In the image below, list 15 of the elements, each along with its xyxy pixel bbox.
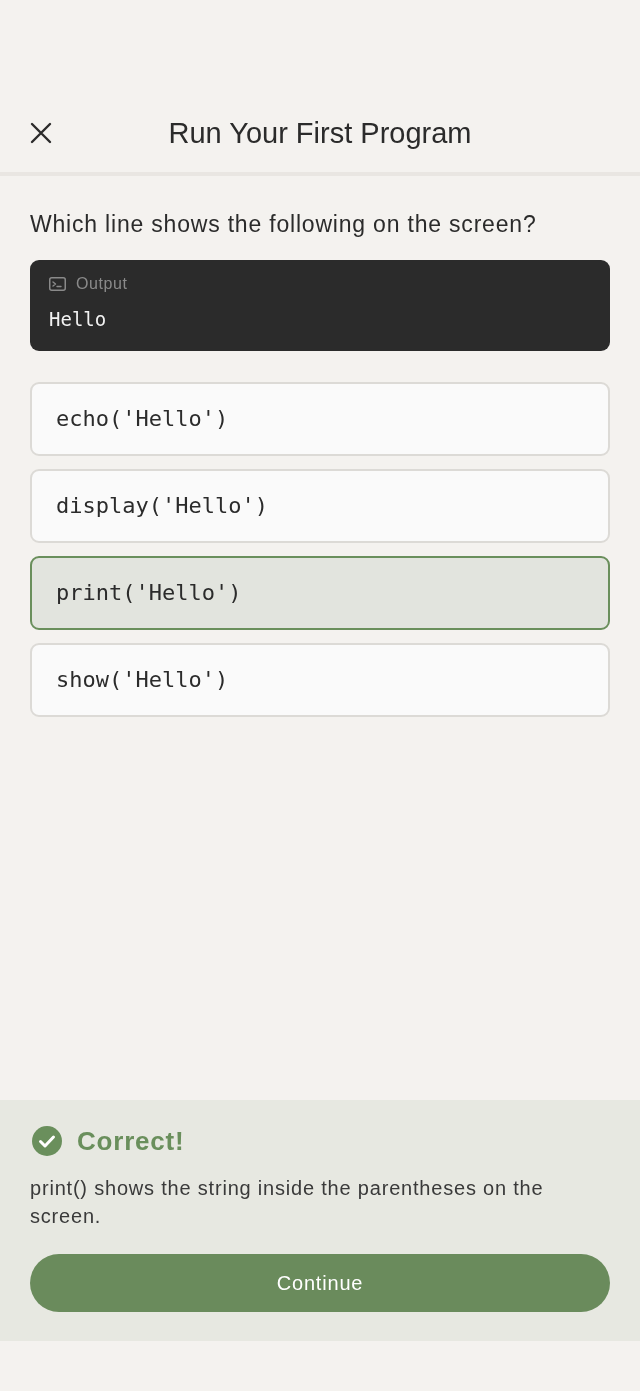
feedback-heading: Correct! [77,1127,185,1155]
output-text: Hello [49,307,108,332]
close-icon [30,122,52,144]
answer-option[interactable]: echo('Hello') [30,382,610,456]
question-text: Which line shows the following on the screen? [30,210,538,239]
lesson-title: Run Your First Program [168,116,472,150]
check-circle-icon [32,1126,62,1156]
answer-option[interactable]: print('Hello') [30,556,610,630]
feedback-explanation: print() shows the string inside the parentheses on the screen. [30,1176,545,1229]
close-button[interactable] [30,122,52,144]
answer-option[interactable]: display('Hello') [30,469,610,543]
terminal-icon [49,277,66,291]
continue-button[interactable]: Continue [30,1254,610,1312]
output-label: Output [76,274,128,294]
answer-option[interactable]: show('Hello') [30,643,610,717]
